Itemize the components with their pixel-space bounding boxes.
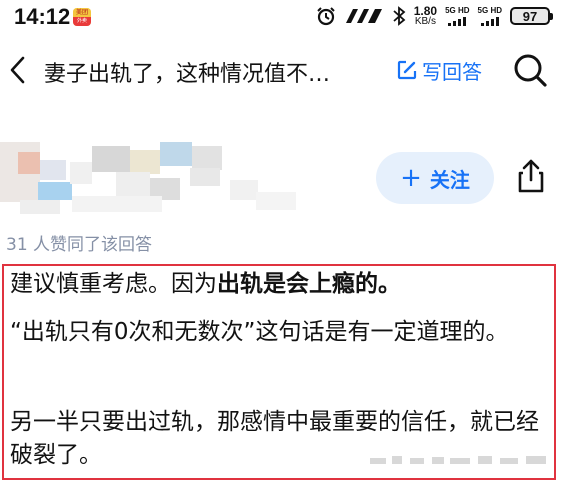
meituan-app-badge-icon: 美团 外卖 (73, 8, 91, 26)
alarm-icon (317, 7, 335, 26)
status-time: 14:12 (14, 4, 71, 29)
question-title[interactable]: 妻子出轨了，这种情况值不… (44, 56, 364, 88)
nav-bar: 妻子出轨了，这种情况值不… 写回答 (0, 40, 562, 102)
watermark-blur (370, 456, 546, 464)
search-icon[interactable] (512, 52, 548, 88)
write-answer-button[interactable]: 写回答 (396, 56, 482, 84)
answer-paragraph-2: “出轨只有0次和无数次”这句话是有一定道理的。 (10, 319, 509, 345)
sim2-signal-icon: 5G HD (478, 6, 502, 26)
bluetooth-icon (393, 6, 406, 26)
answer-paragraph-1: 建议慎重考虑。因为出轨是会上瘾的。 (10, 271, 401, 297)
answer-bold-text: 出轨是会上瘾的。 (217, 271, 401, 297)
plus-icon: + (400, 163, 422, 193)
follow-label: 关注 (429, 167, 470, 192)
edit-icon (397, 60, 417, 80)
upvote-count-text: 31 人赞同了该回答 (6, 235, 153, 255)
follow-button[interactable]: + 关注 (376, 152, 494, 204)
back-icon[interactable] (6, 54, 30, 86)
network-speed: 1.80 KB/s (413, 4, 438, 27)
share-icon[interactable] (514, 158, 548, 194)
nfc-speed-icon (345, 9, 382, 23)
sim1-signal-icon: 5G HD (445, 6, 470, 26)
battery-icon: 97 (510, 7, 553, 25)
status-bar: 14:12 美团 外卖 1.80 KB/s 5G HD 5G HD 97 (0, 0, 562, 34)
status-icons: 1.80 KB/s 5G HD 5G HD 97 (316, 3, 553, 29)
write-answer-label: 写回答 (422, 59, 482, 84)
